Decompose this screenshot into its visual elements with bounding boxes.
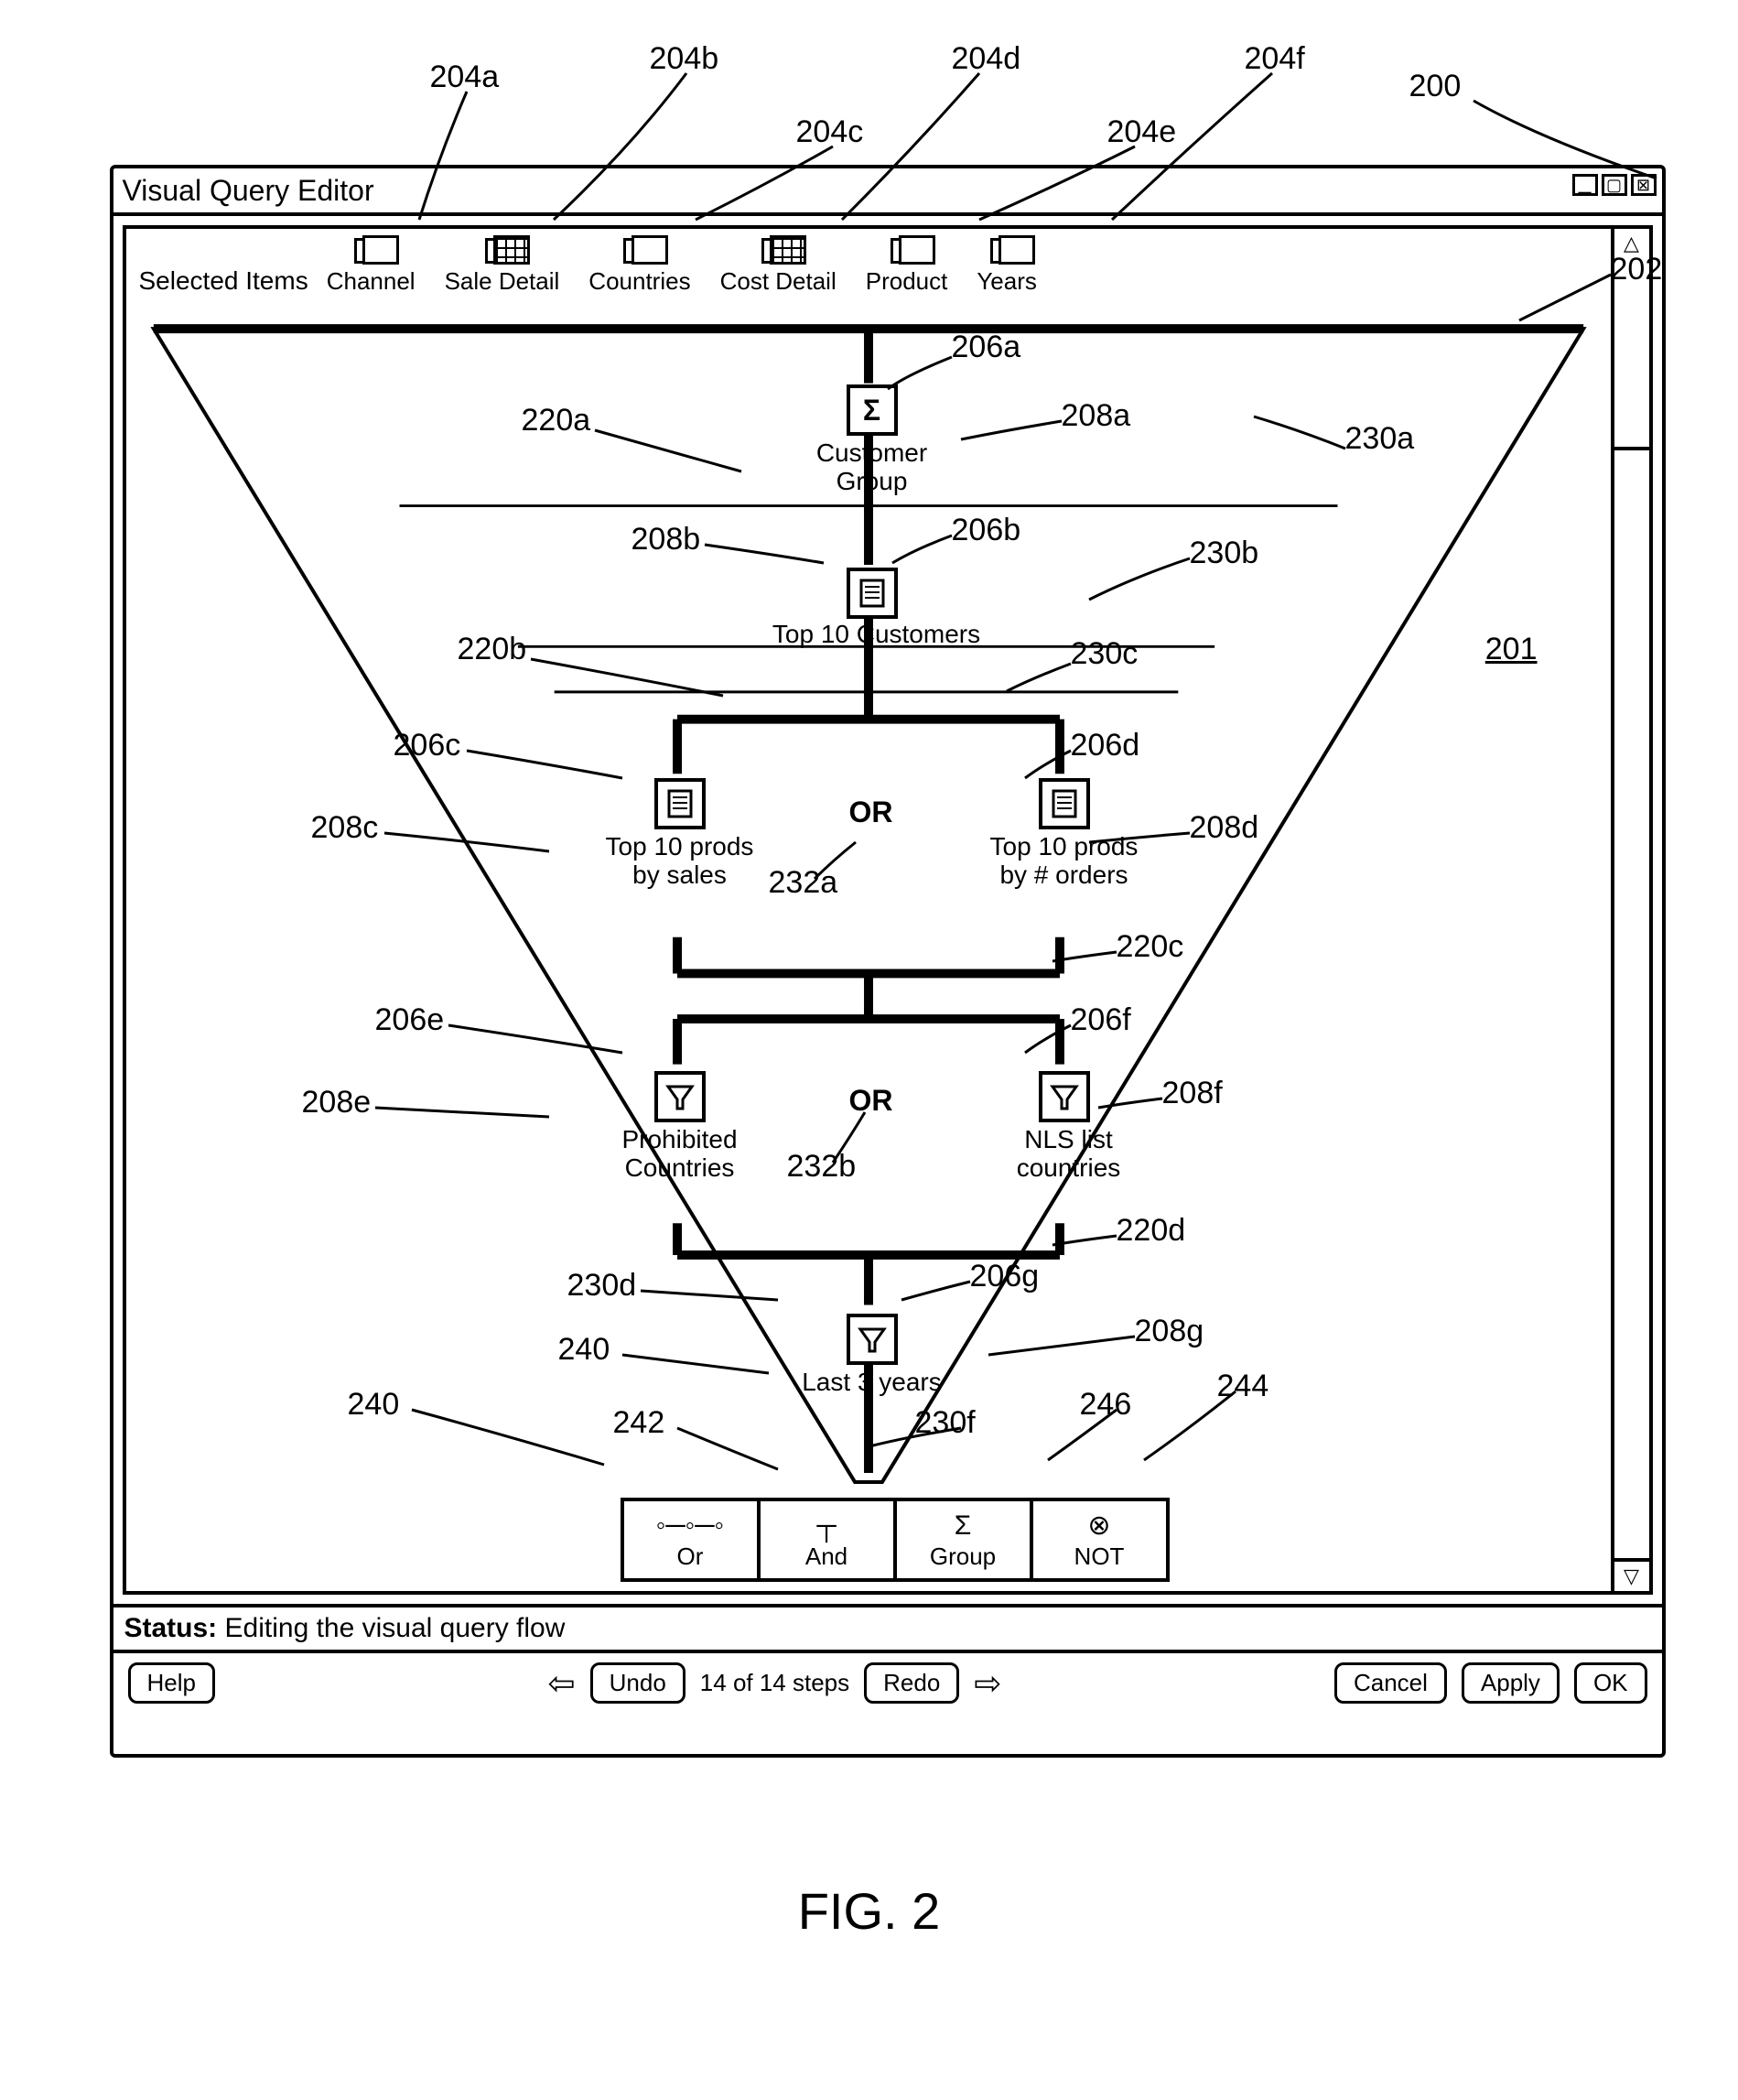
ref-208g: 208g xyxy=(1135,1314,1204,1349)
redo-button[interactable]: Redo xyxy=(864,1662,959,1704)
ref-206g: 206g xyxy=(970,1259,1040,1294)
report-icon[interactable] xyxy=(1039,778,1090,829)
ref-204f: 204f xyxy=(1245,41,1305,77)
operator-toolbar: ◦─◦─◦ Or ┬ And Σ Group ⊗ NOT xyxy=(621,1498,1170,1582)
ref-201: 201 xyxy=(1485,632,1538,667)
status-bar: Status: Editing the visual query flow xyxy=(113,1604,1662,1650)
ref-220c: 220c xyxy=(1117,929,1184,965)
undo-button[interactable]: Undo xyxy=(590,1662,685,1704)
ref-206c: 206c xyxy=(394,728,461,763)
ref-206e: 206e xyxy=(375,1002,445,1038)
arrow-right-icon[interactable]: ⇨ xyxy=(974,1664,1001,1703)
node-top10-customers: Top 10 Customers xyxy=(749,621,1005,649)
item-sale-detail[interactable]: Sale Detail xyxy=(445,238,560,296)
ref-206a: 206a xyxy=(952,330,1021,365)
ref-204a: 204a xyxy=(430,60,500,95)
op-group[interactable]: Σ Group xyxy=(897,1501,1033,1578)
vertical-scrollbar[interactable]: △ ▽ xyxy=(1614,225,1653,1595)
ref-208e: 208e xyxy=(302,1085,372,1120)
item-channel[interactable]: Channel xyxy=(327,238,416,296)
ref-208a: 208a xyxy=(1062,398,1131,434)
window-title: Visual Query Editor xyxy=(123,174,374,208)
op-and[interactable]: ┬ And xyxy=(761,1501,897,1578)
doc-icon xyxy=(891,238,923,264)
or-label-2: OR xyxy=(849,1085,893,1117)
or-label-1: OR xyxy=(849,796,893,828)
ref-240b: 240 xyxy=(348,1387,400,1423)
node-nls-list-countries: NLS listcountries xyxy=(977,1126,1160,1183)
ref-204b: 204b xyxy=(650,41,719,77)
item-product[interactable]: Product xyxy=(866,238,948,296)
ref-232b: 232b xyxy=(787,1149,857,1185)
ref-208c: 208c xyxy=(311,810,379,846)
help-button[interactable]: Help xyxy=(128,1662,215,1704)
funnel-icon[interactable] xyxy=(654,1071,706,1122)
node-prohibited-countries: ProhibitedCountries xyxy=(575,1126,785,1183)
window-visual-query-editor: Visual Query Editor ▁ ▢ ⊠ Selected Items… xyxy=(110,165,1666,1758)
apply-button[interactable]: Apply xyxy=(1462,1662,1560,1704)
ref-204e: 204e xyxy=(1107,114,1177,150)
scroll-down-icon[interactable]: ▽ xyxy=(1614,1558,1649,1591)
ref-230a: 230a xyxy=(1345,421,1415,457)
item-years[interactable]: Years xyxy=(977,238,1037,296)
ref-206b: 206b xyxy=(952,513,1021,548)
sigma-icon: Σ xyxy=(955,1510,972,1543)
ref-230d: 230d xyxy=(567,1268,637,1304)
ref-230c: 230c xyxy=(1071,636,1139,672)
node-top10-prods-orders: Top 10 prodsby # orders xyxy=(959,833,1170,890)
ref-200: 200 xyxy=(1409,69,1462,104)
ref-244: 244 xyxy=(1217,1369,1269,1404)
selected-items-label: Selected Items xyxy=(139,266,308,296)
ref-220a: 220a xyxy=(522,403,591,438)
doc-icon xyxy=(623,238,656,264)
ref-206f: 206f xyxy=(1071,1002,1131,1038)
doc-icon xyxy=(990,238,1023,264)
or-glyph-icon: ◦─◦─◦ xyxy=(656,1510,724,1543)
and-glyph-icon: ┬ xyxy=(816,1510,836,1543)
ref-202: 202 xyxy=(1611,252,1663,287)
figure-caption: FIG. 2 xyxy=(37,1881,1702,1941)
grid-icon xyxy=(485,238,518,264)
ref-220b: 220b xyxy=(458,632,527,667)
ref-208f: 208f xyxy=(1162,1076,1223,1111)
ref-246: 246 xyxy=(1080,1387,1132,1423)
ref-230f: 230f xyxy=(915,1405,976,1441)
ref-230b: 230b xyxy=(1190,536,1259,571)
title-bar: Visual Query Editor ▁ ▢ ⊠ xyxy=(113,168,1662,212)
maximize-icon[interactable]: ▢ xyxy=(1602,174,1627,196)
close-icon[interactable]: ⊠ xyxy=(1631,174,1657,196)
doc-icon xyxy=(354,238,387,264)
ok-button[interactable]: OK xyxy=(1574,1662,1647,1704)
ref-242: 242 xyxy=(613,1405,665,1441)
ref-204c: 204c xyxy=(796,114,864,150)
not-glyph-icon: ⊗ xyxy=(1087,1510,1110,1543)
minimize-icon[interactable]: ▁ xyxy=(1572,174,1598,196)
selected-items-row: Selected Items Channel Sale Detail Count… xyxy=(139,238,1052,296)
ref-208b: 208b xyxy=(632,522,701,557)
steps-label: 14 of 14 steps xyxy=(700,1669,849,1697)
node-customer-group: CustomerGroup xyxy=(785,439,959,496)
report-icon[interactable] xyxy=(654,778,706,829)
ref-232a: 232a xyxy=(769,865,838,901)
op-not[interactable]: ⊗ NOT xyxy=(1033,1501,1166,1578)
figure-2: Visual Query Editor ▁ ▢ ⊠ Selected Items… xyxy=(37,37,1702,1959)
ref-220d: 220d xyxy=(1117,1213,1186,1249)
ref-204d: 204d xyxy=(952,41,1021,77)
cancel-button[interactable]: Cancel xyxy=(1334,1662,1447,1704)
footer-button-row: Help ⇦ Undo 14 of 14 steps Redo ⇨ Cancel… xyxy=(113,1650,1662,1713)
report-icon[interactable] xyxy=(847,568,898,619)
grid-icon xyxy=(761,238,794,264)
node-last-3-years: Last 3 years xyxy=(785,1369,959,1397)
item-countries[interactable]: Countries xyxy=(588,238,690,296)
ref-240a: 240 xyxy=(558,1332,610,1368)
ref-206d: 206d xyxy=(1071,728,1140,763)
node-top10-prods-sales: Top 10 prodsby sales xyxy=(575,833,785,890)
funnel-icon[interactable] xyxy=(1039,1071,1090,1122)
op-or[interactable]: ◦─◦─◦ Or xyxy=(624,1501,761,1578)
ref-208d: 208d xyxy=(1190,810,1259,846)
funnel-icon[interactable] xyxy=(847,1314,898,1365)
arrow-left-icon[interactable]: ⇦ xyxy=(547,1664,575,1703)
item-cost-detail[interactable]: Cost Detail xyxy=(720,238,837,296)
sigma-icon[interactable]: Σ xyxy=(847,384,898,436)
